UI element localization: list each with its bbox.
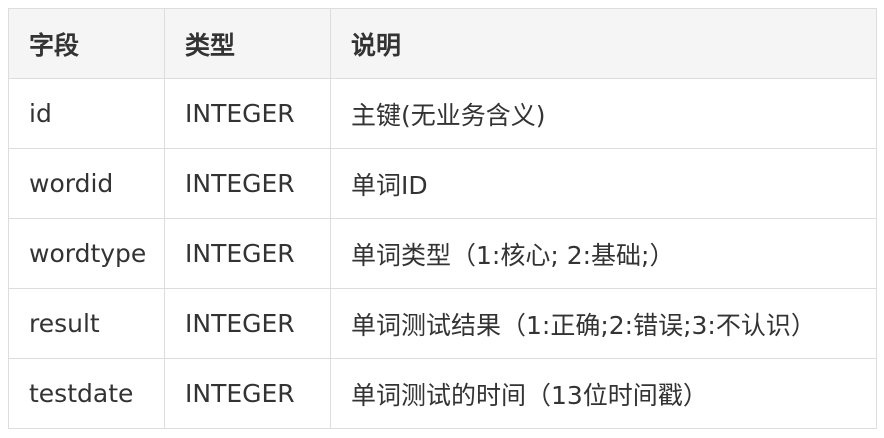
header-field: 字段 [8, 8, 165, 79]
cell-type: INTEGER [164, 288, 331, 359]
cell-type: INTEGER [164, 148, 331, 219]
cell-description: 单词测试结果（1:正确;2:错误;3:不认识） [330, 288, 877, 359]
cell-field: result [8, 288, 165, 359]
table-row: wordtype INTEGER 单词类型（1:核心; 2:基础;） [8, 218, 877, 289]
cell-type: INTEGER [164, 218, 331, 289]
cell-description: 单词类型（1:核心; 2:基础;） [330, 218, 877, 289]
table-header-row: 字段 类型 说明 [8, 8, 877, 79]
header-type: 类型 [164, 8, 331, 79]
cell-type: INTEGER [164, 358, 331, 429]
field-table-container: 字段 类型 说明 id INTEGER 主键(无业务含义) wordid INT… [8, 8, 877, 429]
field-table: 字段 类型 说明 id INTEGER 主键(无业务含义) wordid INT… [8, 8, 877, 429]
cell-field: id [8, 78, 165, 149]
table-row: testdate INTEGER 单词测试的时间（13位时间戳） [8, 358, 877, 429]
cell-description: 主键(无业务含义) [330, 78, 877, 149]
table-row: result INTEGER 单词测试结果（1:正确;2:错误;3:不认识） [8, 288, 877, 359]
cell-description: 单词ID [330, 148, 877, 219]
table-row: id INTEGER 主键(无业务含义) [8, 78, 877, 149]
cell-description: 单词测试的时间（13位时间戳） [330, 358, 877, 429]
table-row: wordid INTEGER 单词ID [8, 148, 877, 219]
cell-field: testdate [8, 358, 165, 429]
header-description: 说明 [330, 8, 877, 79]
cell-type: INTEGER [164, 78, 331, 149]
cell-field: wordtype [8, 218, 165, 289]
cell-field: wordid [8, 148, 165, 219]
